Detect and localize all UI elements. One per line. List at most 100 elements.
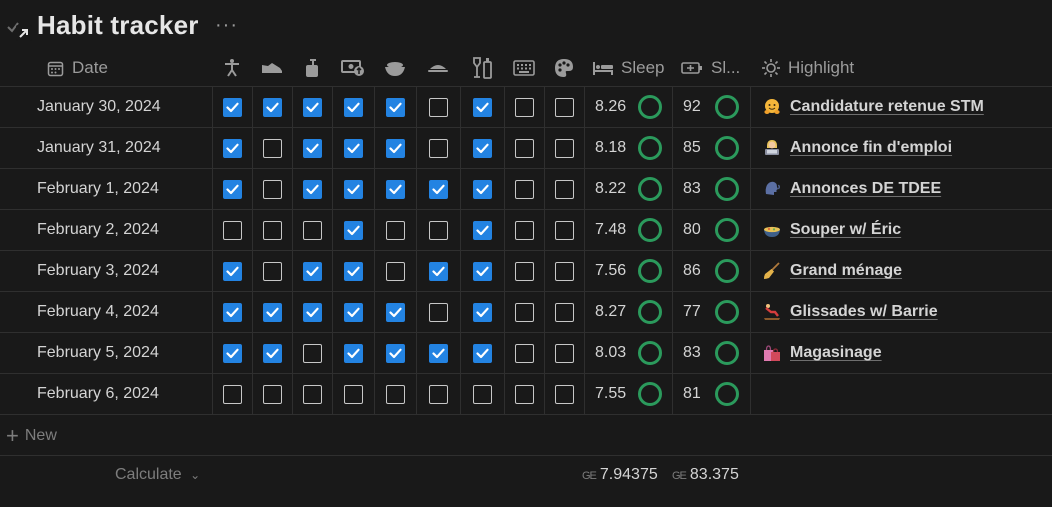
column-header-habit-7[interactable] (460, 50, 504, 86)
column-header-habit-9[interactable] (544, 50, 584, 86)
highlight-cell[interactable]: Candidature retenue STM (750, 87, 1052, 127)
habit-checkbox[interactable] (429, 343, 448, 363)
habit-checkbox[interactable] (263, 97, 282, 117)
habit-checkbox[interactable] (429, 220, 448, 240)
habit-checkbox[interactable] (303, 97, 322, 117)
habit-checkbox[interactable] (515, 138, 534, 158)
habit-checkbox[interactable] (473, 261, 492, 281)
sleep-score-cell[interactable]: 83 (672, 169, 750, 209)
highlight-cell[interactable]: Magasinage (750, 333, 1052, 373)
highlight-link[interactable]: Grand ménage (790, 262, 902, 280)
habit-checkbox[interactable] (223, 302, 242, 322)
column-header-date[interactable]: Date (47, 50, 212, 86)
highlight-link[interactable]: Souper w/ Éric (790, 221, 901, 239)
column-header-sleep-score[interactable]: Sl... (672, 50, 750, 86)
column-header-habit-3[interactable] (292, 50, 332, 86)
sleep-score-cell[interactable]: 85 (672, 128, 750, 168)
habit-checkbox[interactable] (429, 384, 448, 404)
table-row[interactable]: February 2, 2024 7.48 80 Souper w/ Éric (0, 210, 1052, 251)
date-cell[interactable]: January 30, 2024 (0, 87, 212, 127)
habit-checkbox[interactable] (344, 179, 363, 199)
column-header-habit-6[interactable] (416, 50, 460, 86)
habit-checkbox[interactable] (263, 220, 282, 240)
habit-checkbox[interactable] (344, 261, 363, 281)
habit-checkbox[interactable] (303, 343, 322, 363)
sleep-score-cell[interactable]: 86 (672, 251, 750, 291)
highlight-link[interactable]: Candidature retenue STM (790, 98, 984, 116)
date-cell[interactable]: February 4, 2024 (0, 292, 212, 332)
sleep-cell[interactable]: 8.03 (584, 333, 672, 373)
column-header-habit-8[interactable] (504, 50, 544, 86)
habit-checkbox[interactable] (429, 179, 448, 199)
table-row[interactable]: January 30, 2024 8.26 92 Candidature retenu… (0, 87, 1052, 128)
habit-checkbox[interactable] (515, 384, 534, 404)
sleep-score-cell[interactable]: 83 (672, 333, 750, 373)
habit-checkbox[interactable] (555, 220, 574, 240)
habit-checkbox[interactable] (223, 179, 242, 199)
calculate-dropdown[interactable]: Calculate ⌄ (115, 466, 200, 484)
highlight-link[interactable]: Glissades w/ Barrie (790, 303, 938, 321)
table-row[interactable]: February 4, 2024 8.27 77 Glissades w/ Barri… (0, 292, 1052, 333)
highlight-cell[interactable]: Annonce fin d'emploi (750, 128, 1052, 168)
sleep-average[interactable]: GE 7.94375 (582, 466, 658, 484)
highlight-link[interactable]: Magasinage (790, 344, 882, 362)
habit-checkbox[interactable] (303, 302, 322, 322)
habit-checkbox[interactable] (515, 97, 534, 117)
habit-checkbox[interactable] (555, 261, 574, 281)
more-options-button[interactable]: ··· (215, 14, 238, 37)
sleep-cell[interactable]: 7.56 (584, 251, 672, 291)
habit-checkbox[interactable] (429, 138, 448, 158)
highlight-cell[interactable] (750, 374, 1052, 414)
date-cell[interactable]: February 2, 2024 (0, 210, 212, 250)
habit-checkbox[interactable] (223, 97, 242, 117)
habit-checkbox[interactable] (386, 343, 405, 363)
sleep-score-cell[interactable]: 81 (672, 374, 750, 414)
habit-checkbox[interactable] (263, 384, 282, 404)
habit-checkbox[interactable] (386, 302, 405, 322)
sleep-score-cell[interactable]: 80 (672, 210, 750, 250)
habit-checkbox[interactable] (386, 220, 405, 240)
column-header-habit-5[interactable] (374, 50, 416, 86)
highlight-cell[interactable]: Glissades w/ Barrie (750, 292, 1052, 332)
habit-checkbox[interactable] (263, 343, 282, 363)
habit-checkbox[interactable] (344, 97, 363, 117)
sleep-cell[interactable]: 8.18 (584, 128, 672, 168)
habit-checkbox[interactable] (263, 138, 282, 158)
column-header-highlight[interactable]: Highlight (762, 50, 1052, 86)
habit-checkbox[interactable] (429, 302, 448, 322)
habit-checkbox[interactable] (555, 343, 574, 363)
habit-checkbox[interactable] (223, 384, 242, 404)
sleep-cell[interactable]: 8.22 (584, 169, 672, 209)
habit-checkbox[interactable] (429, 97, 448, 117)
habit-checkbox[interactable] (263, 261, 282, 281)
habit-checkbox[interactable] (473, 179, 492, 199)
habit-checkbox[interactable] (386, 138, 405, 158)
habit-checkbox[interactable] (223, 343, 242, 363)
add-new-row-button[interactable]: + New (0, 416, 1052, 456)
habit-checkbox[interactable] (555, 179, 574, 199)
habit-checkbox[interactable] (386, 261, 405, 281)
table-row[interactable]: February 5, 2024 8.03 83 Magasinage (0, 333, 1052, 374)
habit-checkbox[interactable] (473, 302, 492, 322)
habit-checkbox[interactable] (223, 138, 242, 158)
habit-checkbox[interactable] (515, 302, 534, 322)
date-cell[interactable]: February 6, 2024 (0, 374, 212, 414)
habit-checkbox[interactable] (223, 220, 242, 240)
habit-checkbox[interactable] (473, 220, 492, 240)
habit-checkbox[interactable] (263, 302, 282, 322)
date-cell[interactable]: February 3, 2024 (0, 251, 212, 291)
highlight-link[interactable]: Annonces DE TDEE (790, 180, 941, 198)
habit-checkbox[interactable] (429, 261, 448, 281)
highlight-link[interactable]: Annonce fin d'emploi (790, 139, 952, 157)
table-row[interactable]: February 3, 2024 7.56 86 Grand ménage (0, 251, 1052, 292)
date-cell[interactable]: February 1, 2024 (0, 169, 212, 209)
linked-arrow-icon[interactable] (15, 24, 33, 42)
habit-checkbox[interactable] (303, 261, 322, 281)
habit-checkbox[interactable] (473, 138, 492, 158)
habit-checkbox[interactable] (303, 220, 322, 240)
habit-checkbox[interactable] (303, 384, 322, 404)
sleep-cell[interactable]: 7.48 (584, 210, 672, 250)
habit-checkbox[interactable] (344, 343, 363, 363)
habit-checkbox[interactable] (515, 220, 534, 240)
habit-checkbox[interactable] (386, 384, 405, 404)
